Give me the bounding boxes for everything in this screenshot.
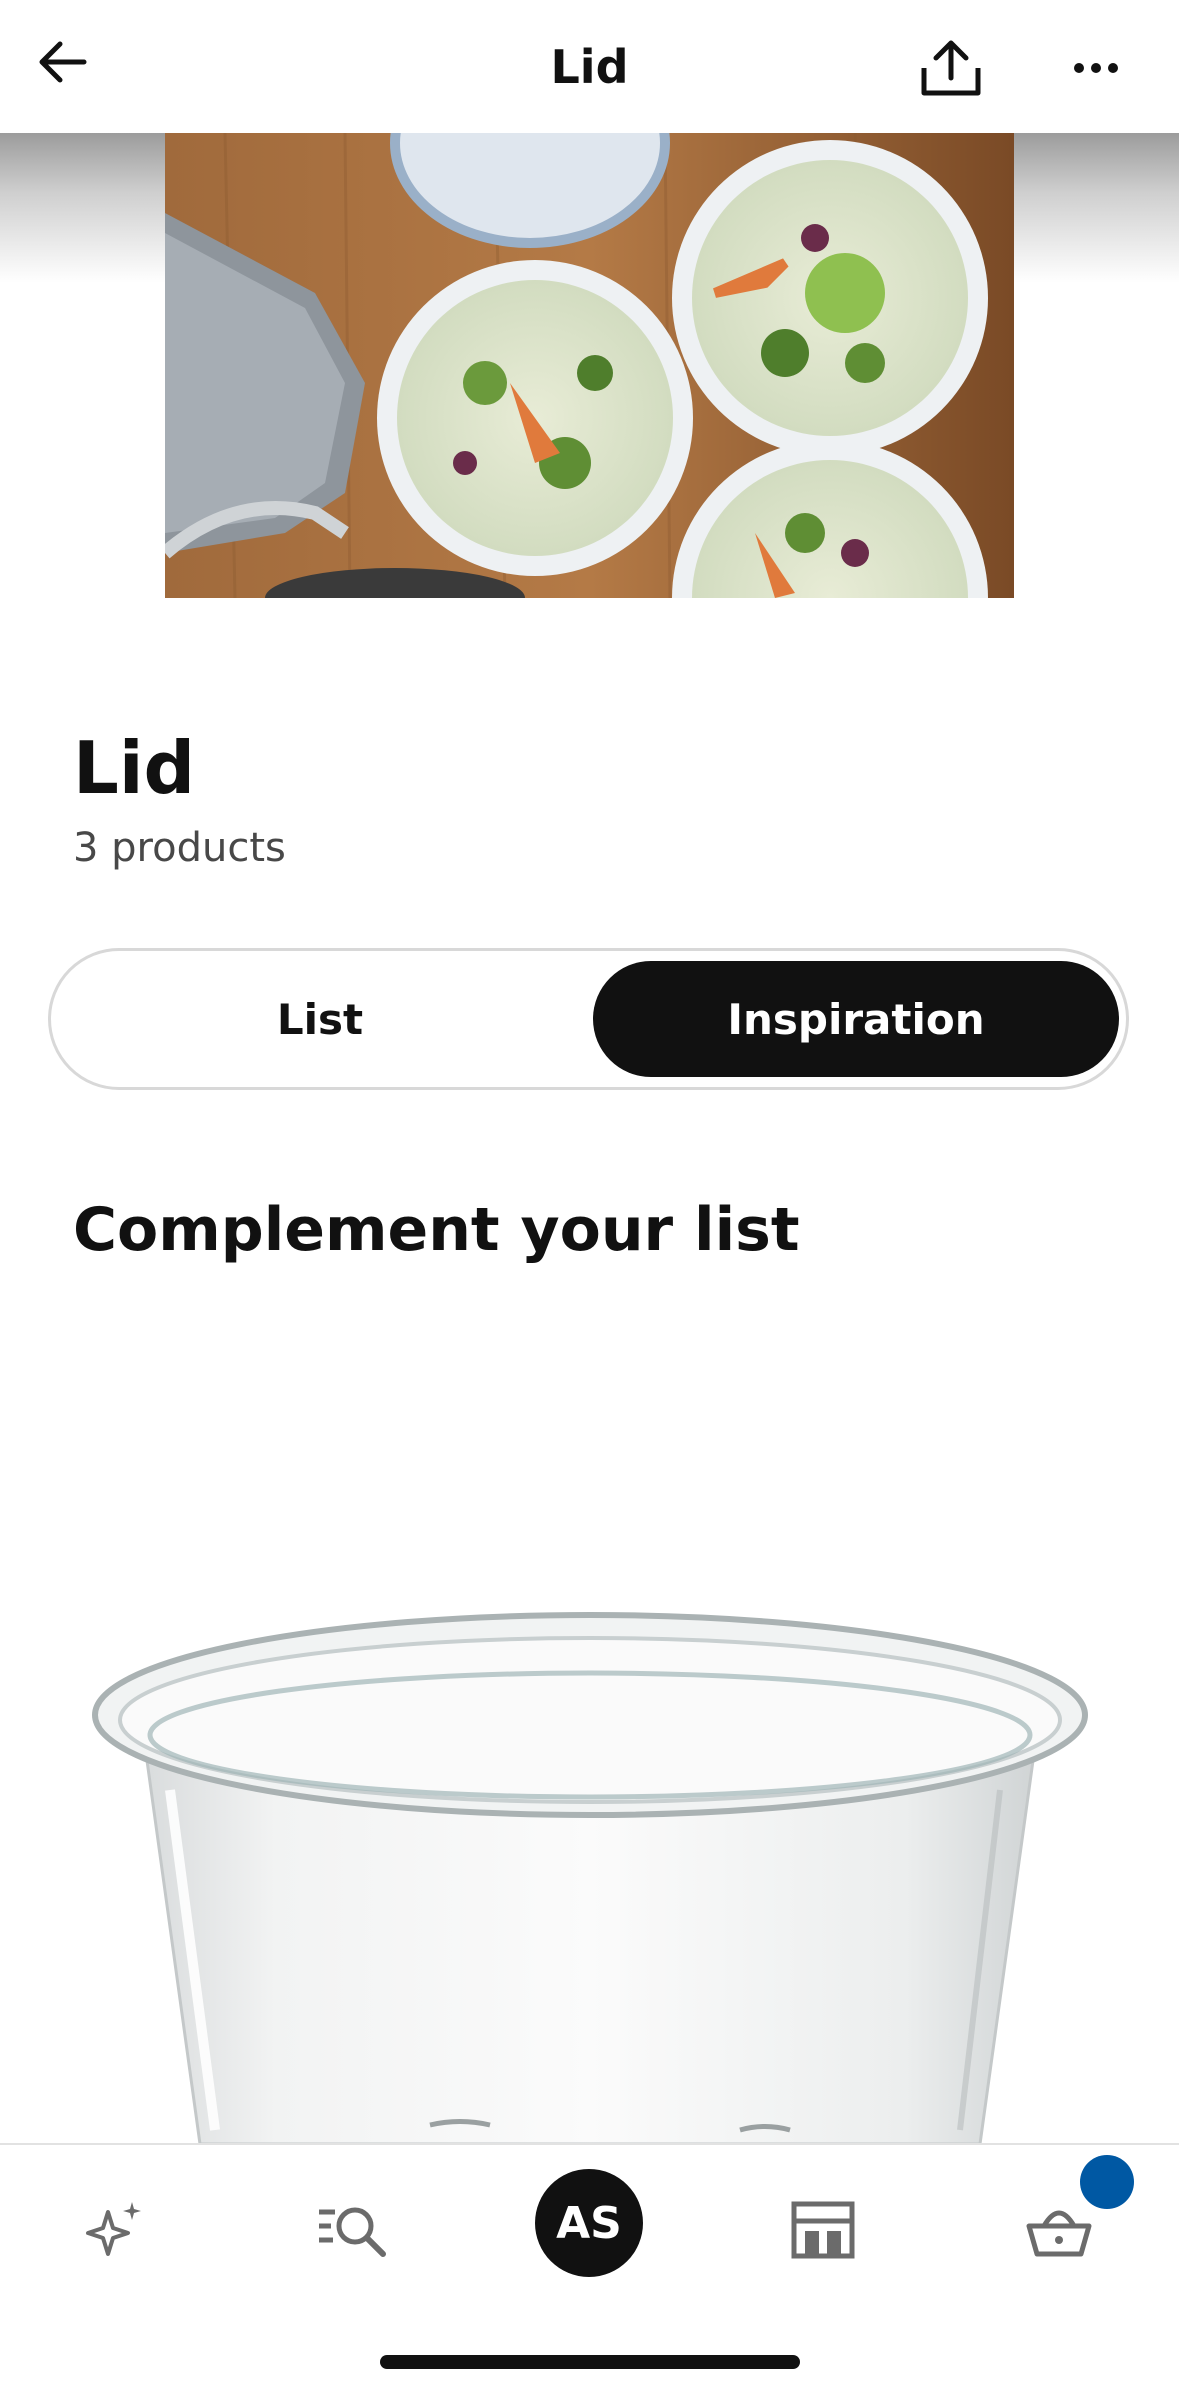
product-count: 3 products xyxy=(73,825,286,871)
tab-list[interactable]: List xyxy=(61,961,579,1077)
view-toggle: List Inspiration xyxy=(48,948,1129,1090)
store-icon xyxy=(791,2201,855,2259)
home-indicator[interactable] xyxy=(380,2355,800,2369)
more-options-button[interactable] xyxy=(1050,22,1142,114)
tab-inspiration-nav[interactable] xyxy=(61,2175,171,2285)
avatar: AS xyxy=(535,2169,643,2277)
basket-icon xyxy=(1026,2210,1092,2257)
hero-image xyxy=(165,133,1014,598)
top-nav-bar: Lid xyxy=(0,0,1179,133)
share-icon xyxy=(921,40,981,96)
tab-inspiration[interactable]: Inspiration xyxy=(593,961,1119,1077)
arrow-left-icon xyxy=(39,41,87,83)
more-horizontal-icon xyxy=(1074,63,1118,73)
section-heading: Complement your list xyxy=(73,1195,800,1265)
tab-search-nav[interactable] xyxy=(297,2175,407,2285)
sparkle-icon xyxy=(86,2202,141,2256)
tab-stores-nav[interactable] xyxy=(768,2175,878,2285)
nav-title: Lid xyxy=(550,40,629,94)
list-title: Lid xyxy=(73,726,196,810)
tab-profile-nav[interactable]: AS xyxy=(531,2165,647,2281)
share-button[interactable] xyxy=(905,22,997,114)
cart-badge xyxy=(1080,2155,1134,2209)
product-image[interactable] xyxy=(0,1540,1179,2144)
back-button[interactable] xyxy=(22,22,102,102)
search-icon xyxy=(319,2207,386,2257)
